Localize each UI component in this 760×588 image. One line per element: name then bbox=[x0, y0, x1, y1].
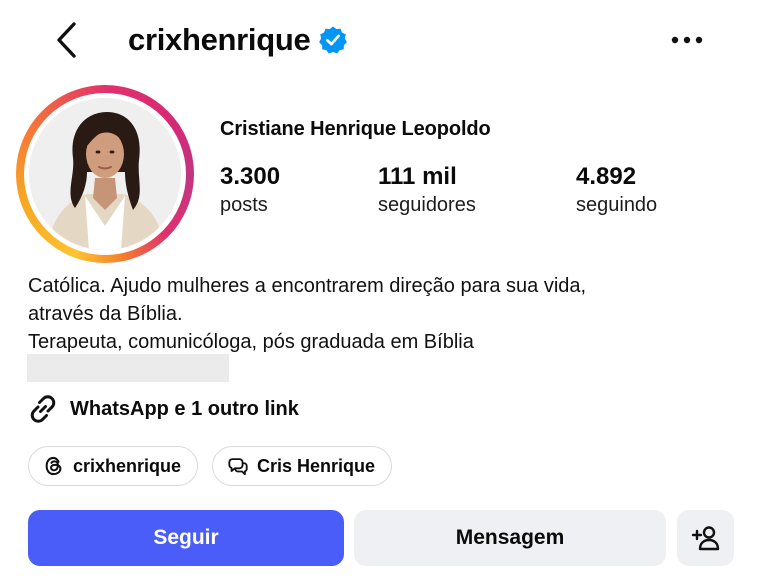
chevron-left-icon bbox=[57, 22, 76, 58]
more-options-button[interactable] bbox=[664, 22, 710, 58]
follow-button[interactable]: Seguir bbox=[28, 510, 344, 566]
following-count: 4.892 bbox=[576, 163, 637, 190]
username: crixhenrique bbox=[128, 22, 311, 57]
links-label: WhatsApp e 1 outro link bbox=[70, 397, 299, 420]
more-horizontal-icon bbox=[671, 36, 703, 44]
message-bubble-icon bbox=[228, 458, 248, 476]
stat-posts[interactable]: 3.300 posts bbox=[220, 162, 280, 218]
bio: Católica. Ajudo mulheres a encontrarem d… bbox=[28, 272, 728, 356]
verified-badge-icon bbox=[319, 26, 348, 54]
channel-chip-label: Cris Henrique bbox=[257, 455, 376, 476]
threads-chip-label: crixhenrique bbox=[73, 455, 182, 476]
message-button[interactable]: Mensagem bbox=[354, 510, 666, 566]
stat-followers[interactable]: 111 mil seguidores bbox=[378, 162, 476, 218]
posts-count: 3.300 bbox=[220, 163, 281, 190]
followers-count: 111 mil bbox=[378, 163, 457, 190]
username-header: crixhenrique bbox=[128, 20, 348, 60]
profile-photo[interactable] bbox=[29, 98, 181, 250]
followers-label: seguidores bbox=[378, 194, 476, 216]
bio-line: Terapeuta, comunicóloga, pós graduada em… bbox=[28, 331, 474, 353]
threads-chip[interactable]: crixhenrique bbox=[28, 446, 198, 486]
bio-line: Católica. Ajudo mulheres a encontrarem d… bbox=[28, 275, 587, 297]
link-icon bbox=[30, 395, 56, 423]
threads-icon bbox=[45, 456, 62, 476]
bio-line: através da Bíblia. bbox=[28, 303, 183, 325]
full-name: Cristiane Henrique Leopoldo bbox=[220, 118, 491, 140]
profile-photo-image bbox=[29, 98, 181, 250]
channel-chip[interactable]: Cris Henrique bbox=[212, 446, 392, 486]
posts-label: posts bbox=[220, 194, 268, 216]
add-user-button[interactable] bbox=[677, 510, 734, 566]
redacted-bio-line bbox=[27, 354, 229, 382]
add-user-icon bbox=[691, 526, 719, 551]
stat-following[interactable]: 4.892 seguindo bbox=[576, 162, 657, 218]
external-links[interactable]: WhatsApp e 1 outro link bbox=[26, 392, 299, 426]
back-button[interactable] bbox=[46, 18, 88, 62]
following-label: seguindo bbox=[576, 194, 658, 216]
